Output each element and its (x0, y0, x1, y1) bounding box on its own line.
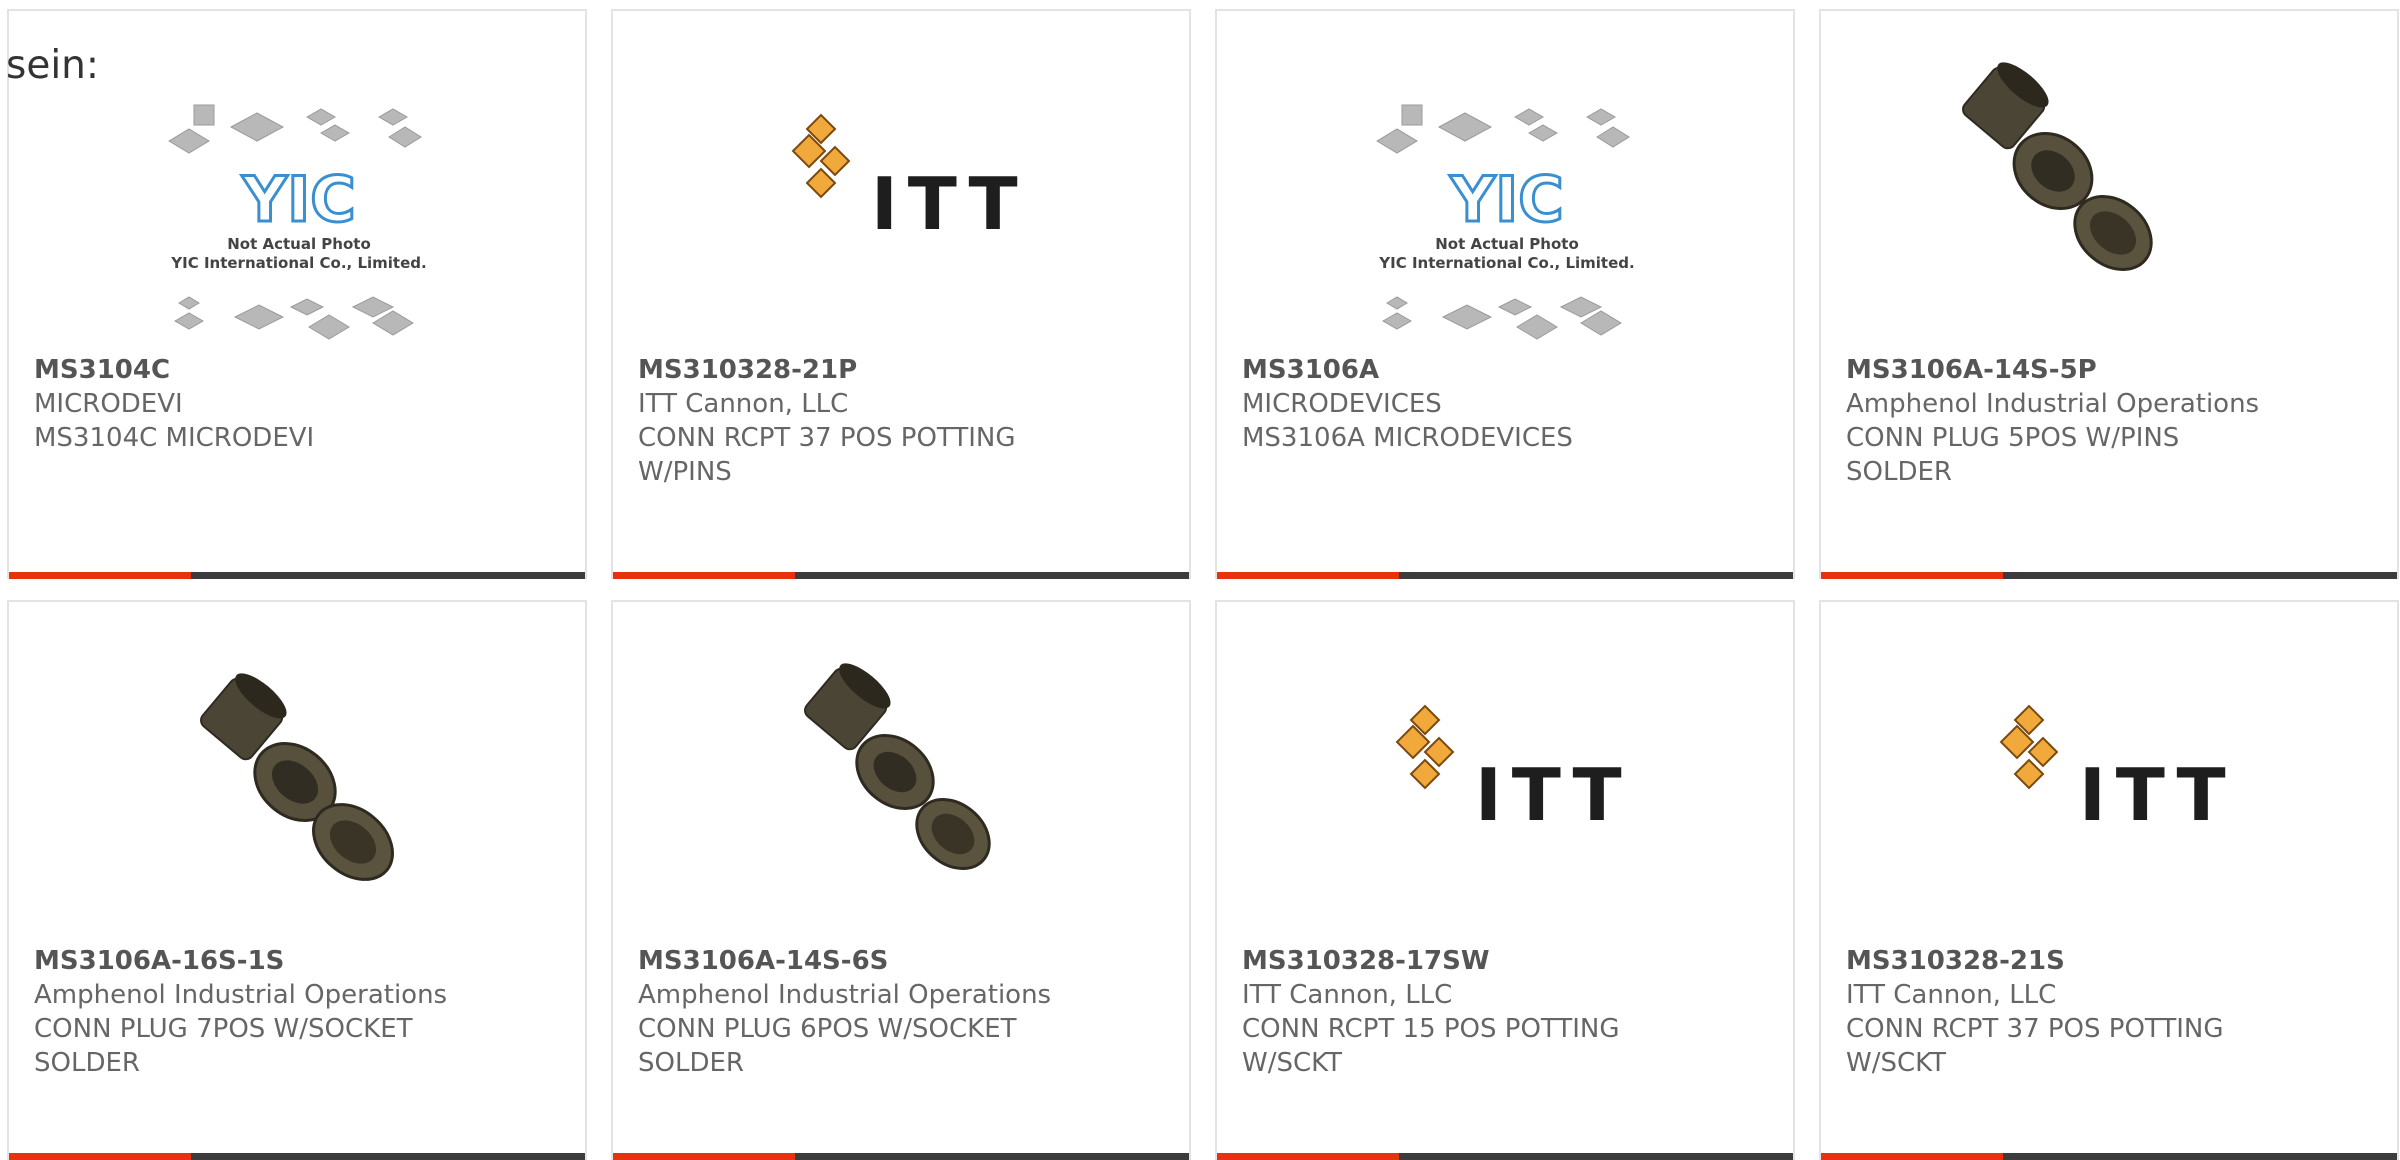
description: CONN RCPT 37 POS POTTING W/SCKT (1846, 1014, 2224, 1078)
manufacturer: ITT Cannon, LLC (638, 389, 849, 419)
connector-photo (804, 663, 991, 870)
itt-logo-text: ITT (1475, 753, 1632, 837)
not-actual-photo-text: Not Actual Photo (1435, 235, 1579, 253)
manufacturer: ITT Cannon, LLC (1242, 980, 1453, 1010)
part-number-link[interactable]: MS310328-17SW (1242, 944, 1682, 978)
description: CONN RCPT 15 POS POTTING W/SCKT (1242, 1014, 1620, 1078)
description: CONN RCPT 37 POS POTTING W/PINS (638, 423, 1016, 487)
yic-logo-text: YIC (1449, 163, 1563, 236)
itt-logo-text: ITT (871, 162, 1028, 246)
card-bottom-bar (9, 1153, 585, 1160)
product-card[interactable]: MS3106A-16S-1S Amphenol Industrial Opera… (7, 600, 587, 1160)
not-actual-photo-text: Not Actual Photo (227, 235, 371, 253)
part-number-link[interactable]: MS3104C (34, 353, 474, 387)
card-accent-bar (613, 1153, 795, 1160)
product-card[interactable]: MS3106A-14S-5P Amphenol Industrial Opera… (1819, 9, 2399, 579)
yic-company-text: YIC International Co., Limited. (170, 254, 426, 272)
description: CONN PLUG 6POS W/SOCKET SOLDER (638, 1014, 1017, 1078)
card-accent-bar (9, 1153, 191, 1160)
product-card[interactable]: ITT MS310328-21P ITT Cannon, LLC CONN RC… (611, 9, 1191, 579)
card-bottom-bar (613, 572, 1189, 579)
product-card[interactable]: ITT MS310328-21S ITT Cannon, LLC CONN RC… (1819, 600, 2399, 1160)
yic-logo-text: YIC (241, 163, 355, 236)
card-accent-bar (1821, 572, 2003, 579)
part-number-link[interactable]: MS310328-21P (638, 353, 1078, 387)
product-image[interactable]: ITT (613, 11, 1189, 351)
manufacturer: MICRODEVICES (1242, 389, 1442, 419)
product-card[interactable]: YIC Not Actual Photo YIC International C… (7, 9, 587, 579)
part-number-link[interactable]: MS310328-21S (1846, 944, 2286, 978)
connector-photo (1962, 62, 2153, 271)
product-image[interactable] (1821, 11, 2397, 351)
connector-photo (200, 673, 394, 881)
manufacturer: Amphenol Industrial Operations (1846, 389, 2260, 419)
product-card[interactable]: MS3106A-14S-6S Amphenol Industrial Opera… (611, 600, 1191, 1160)
card-accent-bar (613, 572, 795, 579)
manufacturer: Amphenol Industrial Operations (34, 980, 448, 1010)
manufacturer: MICRODEVI (34, 389, 183, 419)
description: CONN PLUG 7POS W/SOCKET SOLDER (34, 1014, 413, 1078)
yic-placeholder-image: YIC Not Actual Photo YIC International C… (1376, 104, 1635, 340)
card-accent-bar (1821, 1153, 2003, 1160)
product-image[interactable]: ITT (1217, 602, 1793, 942)
card-bottom-bar (613, 1153, 1189, 1160)
card-bottom-bar (1217, 572, 1793, 579)
card-accent-bar (9, 572, 191, 579)
part-number-link[interactable]: MS3106A-14S-5P (1846, 353, 2286, 387)
manufacturer: ITT Cannon, LLC (1846, 980, 2057, 1010)
card-accent-bar (1217, 1153, 1399, 1160)
itt-logo-text: ITT (2079, 753, 2236, 837)
intro-text: sein: (6, 43, 100, 88)
manufacturer: Amphenol Industrial Operations (638, 980, 1052, 1010)
product-image[interactable]: YIC Not Actual Photo YIC International C… (1217, 11, 1793, 351)
product-card[interactable]: YIC Not Actual Photo YIC International C… (1215, 9, 1795, 579)
description: CONN PLUG 5POS W/PINS SOLDER (1846, 423, 2180, 487)
part-number-link[interactable]: MS3106A-14S-6S (638, 944, 1078, 978)
description: MS3106A MICRODEVICES (1242, 423, 1573, 453)
product-image[interactable]: ITT (1821, 602, 2397, 942)
part-number-link[interactable]: MS3106A-16S-1S (34, 944, 474, 978)
yic-company-text: YIC International Co., Limited. (1378, 254, 1634, 272)
itt-logo-image: ITT (1395, 704, 1632, 837)
itt-logo-image: ITT (791, 113, 1028, 246)
card-bottom-bar (9, 572, 585, 579)
card-bottom-bar (1821, 572, 2397, 579)
product-image[interactable] (9, 602, 585, 942)
card-accent-bar (1217, 572, 1399, 579)
description: MS3104C MICRODEVI (34, 423, 315, 453)
card-bottom-bar (1217, 1153, 1793, 1160)
product-card[interactable]: ITT MS310328-17SW ITT Cannon, LLC CONN R… (1215, 600, 1795, 1160)
part-number-link[interactable]: MS3106A (1242, 353, 1682, 387)
card-bottom-bar (1821, 1153, 2397, 1160)
itt-logo-image: ITT (1999, 704, 2236, 837)
product-image[interactable] (613, 602, 1189, 942)
